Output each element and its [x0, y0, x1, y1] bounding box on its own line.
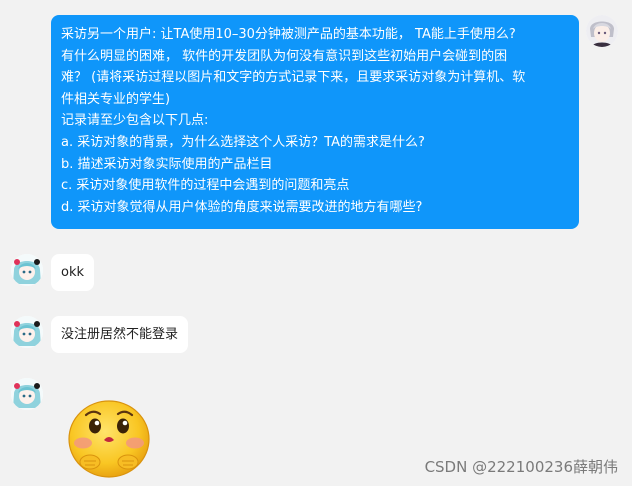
watermark: CSDN @222100236薛朝伟 — [424, 458, 618, 476]
message-line: 采访另一个用户: 让TA使用10–30分钟被测产品的基本功能， TA能上手使用么… — [61, 27, 516, 42]
message-line: d. 采访对象觉得从用户体验的角度来说需要改进的地方有哪些? — [61, 199, 423, 215]
incoming-message-bubble: okk — [51, 254, 95, 291]
self-avatar-icon — [586, 15, 618, 47]
message-line: 有什么明显的困难， 软件的开发团队为何没有意识到这些初始用户会碰到的困 — [61, 48, 508, 64]
peer-avatar[interactable] — [11, 378, 43, 410]
blushing-face-emoji-icon — [68, 400, 150, 478]
message-line: c. 采访对象使用软件的过程中会遇到的问题和亮点 — [61, 178, 350, 194]
peer-avatar[interactable] — [11, 254, 43, 286]
message-line: 记录请至少包含以下几点: — [61, 113, 209, 129]
message-text: 没注册居然不能登录 — [61, 327, 179, 342]
message-text: okk — [61, 265, 85, 280]
message-line: a. 采访对象的背景，为什么选择这个人采访？TA的需求是什么? — [61, 134, 425, 150]
incoming-message-bubble: 没注册居然不能登录 — [51, 316, 189, 353]
message-line: 件相关专业的学生) — [61, 91, 171, 107]
peer-avatar[interactable] — [11, 316, 43, 348]
message-line: b. 描述采访对象实际使用的产品栏目 — [61, 156, 273, 172]
self-avatar[interactable] — [586, 15, 618, 47]
peer-avatar-icon — [11, 378, 43, 410]
outgoing-message-bubble: 采访另一个用户: 让TA使用10–30分钟被测产品的基本功能， TA能上手使用么… — [51, 15, 579, 229]
message-line: 难？ (请将采访过程以图片和文字的方式记录下来，且要求采访对象为计算机、软 — [61, 70, 526, 86]
sticker-message[interactable] — [66, 398, 152, 482]
peer-avatar-icon — [11, 316, 43, 348]
peer-avatar-icon — [11, 254, 43, 286]
